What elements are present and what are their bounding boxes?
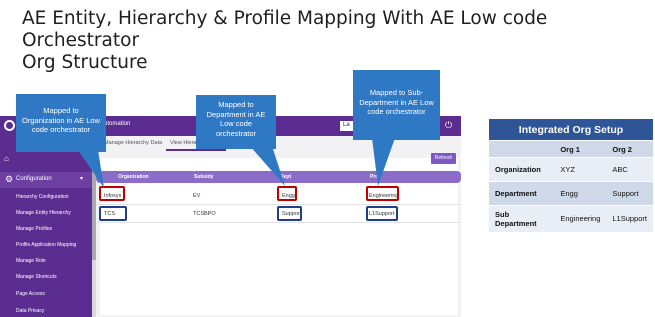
org-setup-row-label: Sub Department xyxy=(489,205,555,232)
org-setup-cell-org2: ABC xyxy=(606,157,653,182)
org-setup-title: Integrated Org Setup xyxy=(489,118,653,141)
callout-line: Mapped to xyxy=(43,106,79,115)
org-setup-cell-org2: L1Support xyxy=(606,205,653,232)
org-setup-row-label: Department xyxy=(489,181,555,206)
callout-line: Low code xyxy=(219,119,253,128)
callout-line: Mapped to xyxy=(218,100,254,109)
org-setup-row: Organization XYZ ABC xyxy=(489,157,653,182)
org-setup-cell-org1: Engg xyxy=(554,181,607,206)
callout-line: Department in AE xyxy=(206,109,266,119)
org-setup-header-org1: Org 1 xyxy=(554,140,607,158)
org-setup-row: Department Engg Support xyxy=(489,181,653,206)
callout-line: Department in AE Low xyxy=(359,97,434,107)
org-setup-cell-org2: Support xyxy=(606,181,653,206)
callout-line: Mapped to Sub- xyxy=(369,88,424,97)
callout-sub-department: Mapped to Sub- Department in AE Low code… xyxy=(353,70,440,140)
callout-department: Mapped to Department in AE Low code orch… xyxy=(196,95,276,149)
org-setup-row: Sub Department Engineering L1Support xyxy=(489,205,653,232)
org-setup-cell-org1: XYZ xyxy=(554,157,607,182)
callout-organization: Mapped to Organization in AE Low code or… xyxy=(16,94,106,152)
callout-line: Organization in AE Low xyxy=(22,115,100,125)
callout-line: code orchestrator xyxy=(31,125,91,134)
org-setup-cell-org1: Engineering xyxy=(554,205,607,232)
integrated-org-setup-table: Integrated Org Setup Org 1 Org 2 Organiz… xyxy=(489,118,653,232)
subdept-callout-pointer xyxy=(372,138,395,186)
callout-line: orchestrator xyxy=(215,128,257,138)
org-callout-pointer xyxy=(78,150,104,188)
org-setup-header-row: Org 1 Org 2 xyxy=(489,140,653,158)
dept-callout-pointer xyxy=(250,146,285,186)
org-setup-header-blank xyxy=(489,140,555,158)
org-setup-header-org2: Org 2 xyxy=(606,140,653,158)
callout-line: code orchestrator xyxy=(367,107,426,116)
org-setup-row-label: Organization xyxy=(489,157,555,182)
